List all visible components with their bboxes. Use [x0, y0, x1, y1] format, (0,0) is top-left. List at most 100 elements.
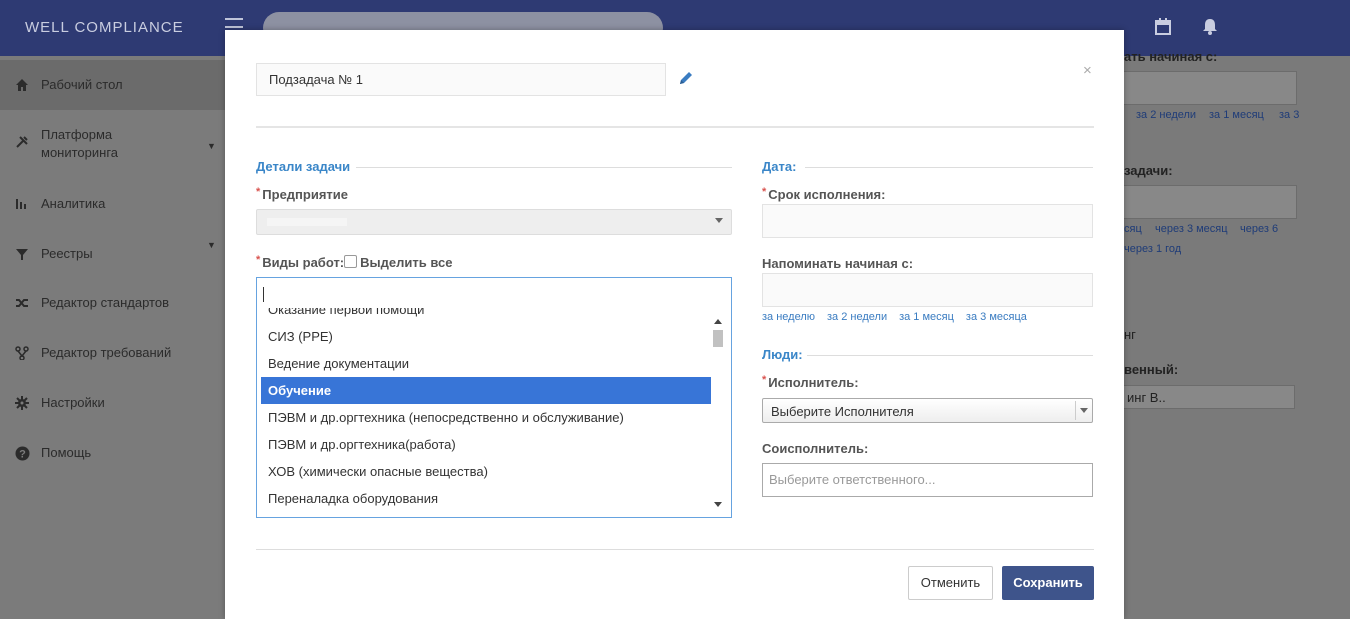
remind-label: Напоминать начиная с:: [762, 256, 914, 271]
date-heading: Дата:: [762, 159, 797, 174]
brand-logo[interactable]: WELL COMPLIANCE: [25, 19, 184, 36]
option-pc-service[interactable]: ПЭВМ и др.оргтехника (непосредственно и …: [261, 404, 711, 431]
save-button[interactable]: Сохранить: [1002, 566, 1094, 600]
remind-link-2weeks[interactable]: за 2 недели: [827, 311, 887, 323]
tools-icon: [14, 134, 30, 150]
sidebar-item-label: Редактор требований: [41, 345, 172, 360]
remind-link-1month[interactable]: за 1 месяц: [899, 311, 954, 323]
executor-label: * Исполнитель:: [762, 374, 859, 390]
help-icon: ?: [14, 445, 30, 461]
option-ppe[interactable]: СИЗ (PPE): [261, 323, 711, 350]
divider: [256, 549, 1094, 550]
bell-icon[interactable]: [1202, 18, 1218, 40]
sidebar: Рабочий стол Платформа мониторинга ▼ Ана…: [0, 56, 225, 619]
bar-chart-icon: [14, 195, 30, 211]
remind-link-week[interactable]: за неделю: [762, 311, 815, 323]
option-equipment-setup[interactable]: Переналадка оборудования: [261, 485, 711, 512]
option-chemicals[interactable]: ХОВ (химически опасные вещества): [261, 458, 711, 485]
bg-remind-label: ать начиная с:: [1124, 49, 1218, 64]
work-types-label-text: Виды работ:: [262, 255, 345, 270]
deadline-label: * Срок исполнения:: [762, 186, 886, 202]
option-training-selected[interactable]: Обучение: [261, 377, 711, 404]
executor-select-value: Выберите Исполнителя: [771, 404, 914, 419]
bg-select-value: инг В..: [1127, 390, 1166, 405]
sidebar-item-label: Настройки: [41, 395, 105, 410]
option-first-aid[interactable]: Оказание первой помощи: [261, 308, 711, 323]
option-pc-work[interactable]: ПЭВМ и др.оргтехника(работа): [261, 431, 711, 458]
bg-link: за 3: [1279, 109, 1300, 121]
sidebar-item-monitoring[interactable]: Платформа мониторинга ▼: [0, 118, 225, 174]
sidebar-item-label: Рабочий стол: [41, 77, 123, 92]
sidebar-item-analytics[interactable]: Аналитика: [0, 186, 225, 226]
bg-remind-field: [1120, 71, 1297, 105]
bg-label: нг: [1124, 327, 1136, 342]
coexecutor-input[interactable]: Выберите ответственного...: [762, 463, 1093, 497]
sidebar-item-label: Редактор стандартов: [41, 295, 169, 310]
remind-input[interactable]: [762, 273, 1093, 307]
listbox-scrollbar[interactable]: [711, 313, 725, 513]
chevron-down-icon: ▼: [207, 141, 216, 151]
bg-task-label: задачи:: [1124, 163, 1173, 178]
required-mark: *: [762, 186, 767, 198]
bg-link: через 3 месяц: [1155, 223, 1228, 235]
scroll-down-icon[interactable]: [714, 502, 722, 507]
divider: [807, 355, 1093, 356]
filter-icon: [14, 246, 30, 262]
deadline-input[interactable]: [762, 204, 1093, 238]
executor-select[interactable]: Выберите Исполнителя: [762, 398, 1093, 423]
bg-task-field: [1120, 185, 1297, 219]
home-icon: [14, 77, 30, 93]
close-icon[interactable]: ×: [1083, 62, 1092, 79]
enterprise-label-text: Предприятие: [262, 187, 349, 202]
work-types-listbox[interactable]: Оказание первой помощи СИЗ (PPE) Ведение…: [256, 277, 732, 518]
sidebar-item-requirements-editor[interactable]: Редактор требований: [0, 336, 225, 376]
select-divider: [1075, 401, 1076, 420]
required-mark: *: [762, 374, 767, 386]
bg-responsible-label: венный:: [1124, 362, 1179, 377]
divider: [356, 167, 732, 168]
deadline-label-text: Срок исполнения:: [768, 187, 886, 202]
scroll-up-icon[interactable]: [714, 319, 722, 324]
sidebar-item-label: Помощь: [41, 445, 92, 460]
sidebar-item-registries[interactable]: Реестры ▼: [0, 236, 225, 276]
background-task-panel: ать начиная с: за 2 недели за 1 месяц за…: [1120, 49, 1350, 619]
divider: [256, 126, 1094, 128]
sidebar-item-settings[interactable]: Настройки: [0, 386, 225, 426]
details-heading: Детали задачи: [256, 159, 351, 174]
scroll-thumb[interactable]: [713, 330, 723, 347]
bg-link: за 1 месяц: [1209, 109, 1264, 121]
sidebar-item-help[interactable]: ? Помощь: [0, 436, 225, 476]
required-mark: *: [256, 186, 261, 198]
select-all-label[interactable]: Выделить все: [360, 255, 452, 270]
divider: [805, 167, 1093, 168]
remind-link-3months[interactable]: за 3 месяца: [966, 311, 1027, 323]
subtask-title-input[interactable]: Подзадача № 1: [256, 63, 666, 96]
required-mark: *: [256, 254, 261, 266]
svg-text:?: ?: [19, 448, 26, 460]
pencil-icon[interactable]: [678, 70, 694, 86]
bg-link: через 6: [1240, 223, 1279, 235]
people-heading: Люди:: [762, 347, 803, 362]
calendar-icon[interactable]: [1155, 18, 1171, 40]
bg-link: сяц: [1124, 223, 1142, 235]
sidebar-item-label: Аналитика: [41, 196, 106, 211]
shuffle-icon: [14, 295, 30, 311]
fork-icon: [14, 345, 30, 361]
sidebar-item-standards-editor[interactable]: Редактор стандартов: [0, 286, 225, 326]
chevron-down-icon: [1080, 408, 1088, 413]
text-caret: [263, 287, 264, 302]
coexecutor-label: Соисполнитель:: [762, 441, 869, 456]
select-all-checkbox[interactable]: [344, 255, 358, 268]
sidebar-item-label: Реестры: [41, 246, 93, 261]
subtask-modal: Подзадача № 1 × Детали задачи * Предприят…: [225, 30, 1124, 619]
chevron-down-icon: ▼: [207, 240, 216, 250]
remind-links: за неделю за 2 недели за 1 месяц за 3 месяц…: [762, 311, 1039, 323]
work-types-search-input[interactable]: [257, 278, 731, 308]
sidebar-item-dashboard[interactable]: Рабочий стол: [0, 60, 225, 110]
work-types-options: Оказание первой помощи СИЗ (PPE) Ведение…: [261, 308, 711, 516]
bg-responsible-select: инг В..: [1120, 385, 1295, 409]
bg-link: через 1 год: [1124, 243, 1182, 255]
cancel-button[interactable]: Отменить: [908, 566, 993, 600]
option-documentation[interactable]: Ведение документации: [261, 350, 711, 377]
chevron-down-icon: [715, 218, 723, 223]
